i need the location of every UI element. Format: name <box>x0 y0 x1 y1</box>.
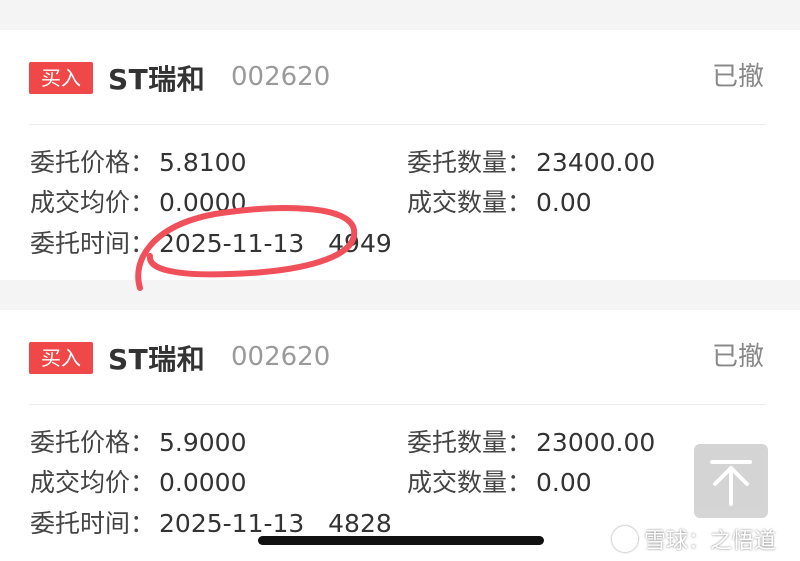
order-price-label: 委托价格： <box>30 428 156 457</box>
divider <box>29 404 766 405</box>
watermark-text: 雪球：之悟道 <box>644 529 777 554</box>
order-quantity-label: 委托数量： <box>407 148 533 177</box>
buy-badge: 买入 <box>29 342 93 374</box>
order-status: 已撤 <box>711 62 764 92</box>
avg-fill-price: 成交均价： 0.0000 <box>30 463 247 499</box>
order-price: 委托价格： 5.9000 <box>30 423 247 459</box>
avg-fill-price-value: 0.0000 <box>159 468 247 497</box>
order-time-label: 委托时间： <box>30 229 156 258</box>
filled-quantity-value: 0.00 <box>536 468 592 497</box>
divider <box>29 124 766 125</box>
order-price: 委托价格： 5.8100 <box>30 143 247 179</box>
order-time: 委托时间： 2025-11-13 4828 <box>30 504 392 540</box>
filled-quantity-label: 成交数量： <box>407 468 533 497</box>
scroll-to-top-button[interactable] <box>694 444 768 518</box>
order-quantity: 委托数量： 23000.00 <box>407 423 655 459</box>
order-price-value: 5.8100 <box>159 148 247 177</box>
filled-quantity-value: 0.00 <box>536 188 592 217</box>
home-indicator[interactable] <box>258 536 544 545</box>
order-time-value: 2025-11-13 4828 <box>159 509 392 538</box>
snowball-logo-icon <box>612 526 638 552</box>
filled-quantity: 成交数量： 0.00 <box>407 463 592 499</box>
order-quantity-value: 23000.00 <box>536 428 656 457</box>
avg-fill-price-label: 成交均价： <box>30 468 156 497</box>
avg-fill-price: 成交均价： 0.0000 <box>30 183 247 219</box>
avg-fill-price-label: 成交均价： <box>30 188 156 217</box>
order-quantity: 委托数量： 23400.00 <box>407 143 655 179</box>
stock-code: 002620 <box>231 342 331 372</box>
order-time: 委托时间： 2025-11-13 4949 <box>30 224 392 260</box>
order-price-label: 委托价格： <box>30 148 156 177</box>
order-card[interactable]: 买入 ST瑞和 002620 已撤 委托价格： 5.8100 委托数量： 23400… <box>0 30 800 280</box>
avg-fill-price-value: 0.0000 <box>159 188 247 217</box>
watermark: 雪球：之悟道 <box>612 523 776 555</box>
stock-name: ST瑞和 <box>108 343 206 376</box>
stock-name: ST瑞和 <box>108 63 206 96</box>
order-status: 已撤 <box>711 342 764 372</box>
order-time-label: 委托时间： <box>30 509 156 538</box>
filled-quantity: 成交数量： 0.00 <box>407 183 592 219</box>
buy-badge: 买入 <box>29 62 93 94</box>
stock-code: 002620 <box>231 62 331 92</box>
arrow-up-icon <box>710 460 752 506</box>
filled-quantity-label: 成交数量： <box>407 188 533 217</box>
order-time-value: 2025-11-13 4949 <box>159 229 392 258</box>
order-quantity-label: 委托数量： <box>407 428 533 457</box>
order-price-value: 5.9000 <box>159 428 247 457</box>
order-quantity-value: 23400.00 <box>536 148 656 177</box>
